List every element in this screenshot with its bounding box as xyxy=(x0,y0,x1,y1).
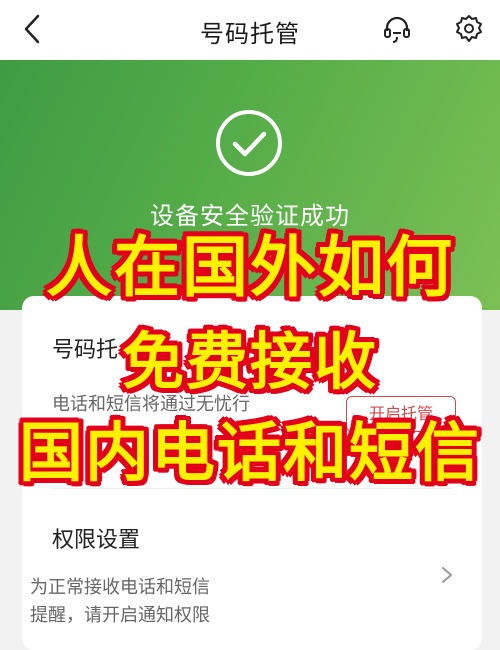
gear-icon[interactable] xyxy=(452,12,486,46)
permission-description-line: 为正常接收电话和短信 xyxy=(30,577,210,598)
overlay-headline-line-1: 人在国外如何 xyxy=(46,229,454,306)
overlay-headline-line-2: 免费接收 xyxy=(121,325,378,398)
chevron-right-icon[interactable] xyxy=(440,566,454,584)
permission-settings-title[interactable]: 权限设置 xyxy=(52,522,140,554)
permission-description-line: 提醒，请开启通知权限 xyxy=(30,605,210,626)
headset-icon[interactable] xyxy=(380,12,414,46)
page-title: 号码托管 xyxy=(200,20,300,48)
overlay-headline-line-3: 国内电话和短信 xyxy=(19,417,481,491)
check-circle-icon xyxy=(216,110,282,176)
permission-description[interactable]: 为正常接收电话和短信 提醒，请开启通知权限 xyxy=(30,574,210,630)
top-nav-bar: 号码托管 xyxy=(0,0,500,60)
